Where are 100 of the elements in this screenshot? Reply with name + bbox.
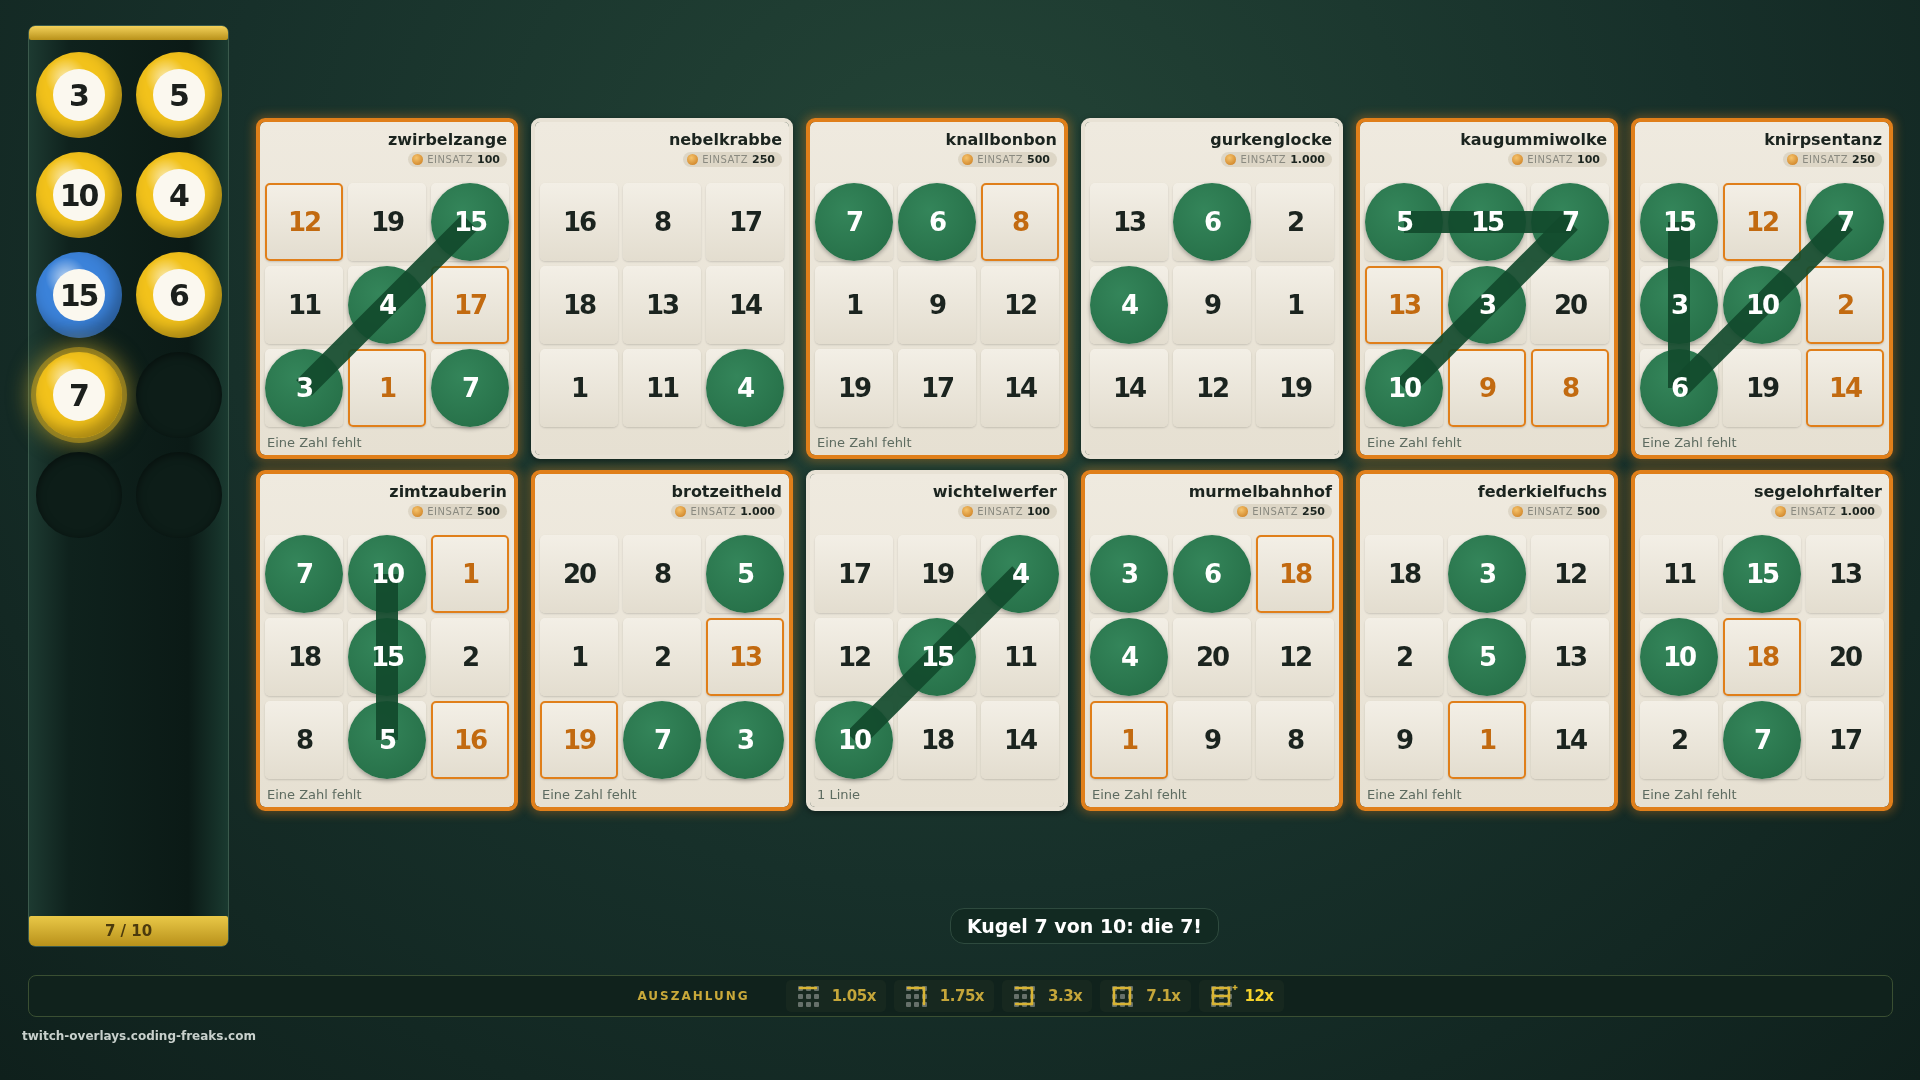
payout-label: AUSZAHLUNG bbox=[637, 989, 750, 1003]
marked-number: 6 bbox=[1173, 535, 1251, 613]
player-name: murmelbahnhof bbox=[1188, 481, 1332, 501]
coin-icon bbox=[962, 154, 974, 165]
multiplier: 12x bbox=[1244, 987, 1274, 1005]
bingo-cell: 9 bbox=[1173, 266, 1251, 344]
bingo-cell: 16 bbox=[540, 183, 618, 261]
player-name: zwirbelzange bbox=[387, 129, 507, 149]
card-status: 1 Linie bbox=[817, 787, 861, 802]
pattern-icon bbox=[1208, 984, 1239, 1008]
card-status: Eine Zahl fehlt bbox=[542, 787, 637, 802]
bingo-cell: 8 bbox=[623, 535, 701, 613]
bingo-cell: 9 bbox=[1365, 701, 1443, 779]
bingo-ball: 5 bbox=[135, 52, 222, 138]
bingo-cell: 12 bbox=[1256, 618, 1334, 696]
bingo-cell: 13 bbox=[1090, 183, 1168, 261]
bingo-cell: 9 bbox=[1448, 349, 1526, 427]
ball-counter: 7 / 10 bbox=[29, 916, 228, 946]
stake-label: EINSATZ bbox=[1802, 154, 1849, 165]
stake-value: 250 bbox=[752, 153, 775, 166]
player-name: zimtzauberin bbox=[389, 481, 507, 501]
bingo-cell: 14 bbox=[1806, 349, 1884, 427]
bingo-cell: 2 bbox=[1806, 266, 1884, 344]
player-name: nebelkrabbe bbox=[668, 129, 782, 149]
bingo-cell: 13 bbox=[1365, 266, 1443, 344]
stake-value: 100 bbox=[477, 153, 500, 166]
coin-icon bbox=[412, 154, 424, 165]
stake-value: 100 bbox=[1027, 505, 1050, 518]
marked-number: 7 bbox=[1723, 701, 1801, 779]
marked-number: 3 bbox=[1448, 535, 1526, 613]
card-status: Eine Zahl fehlt bbox=[817, 435, 912, 450]
stake-value: 500 bbox=[477, 505, 500, 518]
bingo-ball: 3 bbox=[35, 52, 122, 138]
bingo-cell: 2 bbox=[623, 618, 701, 696]
player-name: gurkenglocke bbox=[1210, 129, 1332, 149]
marked-number: 3 bbox=[706, 701, 784, 779]
stake-label: EINSATZ bbox=[690, 506, 737, 517]
stake-value: 100 bbox=[1577, 153, 1600, 166]
stake-value: 500 bbox=[1027, 153, 1050, 166]
marked-number: 15 bbox=[1723, 535, 1801, 613]
stake-label: EINSATZ bbox=[702, 154, 749, 165]
bingo-cell: 18 bbox=[540, 266, 618, 344]
bingo-cell: 13 bbox=[706, 618, 784, 696]
marked-number: 10 bbox=[1640, 618, 1718, 696]
bingo-cell: 18 bbox=[1365, 535, 1443, 613]
coin-icon bbox=[1512, 154, 1524, 165]
card-status: Eine Zahl fehlt bbox=[267, 435, 362, 450]
bingo-cell: 13 bbox=[623, 266, 701, 344]
multiplier: 1.05x bbox=[831, 987, 876, 1005]
stake-label: EINSATZ bbox=[1252, 506, 1299, 517]
stake-value: 250 bbox=[1852, 153, 1875, 166]
stake-label: EINSATZ bbox=[1790, 506, 1837, 517]
marked-number: 5 bbox=[1448, 618, 1526, 696]
bingo-cell: 18 bbox=[1723, 618, 1801, 696]
bingo-cell: 14 bbox=[1090, 349, 1168, 427]
bingo-ball: 4 bbox=[135, 152, 222, 238]
marked-number: 7 bbox=[431, 349, 509, 427]
bingo-cell: 13 bbox=[1531, 618, 1609, 696]
bingo-cell: 17 bbox=[815, 535, 893, 613]
coin-icon bbox=[1512, 506, 1524, 517]
card-status: Eine Zahl fehlt bbox=[1367, 435, 1462, 450]
card-status: Eine Zahl fehlt bbox=[267, 787, 362, 802]
bingo-cell: 8 bbox=[623, 183, 701, 261]
bingo-cell: 19 bbox=[1256, 349, 1334, 427]
stake-label: EINSATZ bbox=[1527, 154, 1574, 165]
bingo-cell: 20 bbox=[1531, 266, 1609, 344]
player-name: wichtelwerfer bbox=[932, 481, 1057, 501]
card-status: Eine Zahl fehlt bbox=[1367, 787, 1462, 802]
coin-icon bbox=[687, 154, 699, 165]
bingo-cell: 14 bbox=[1531, 701, 1609, 779]
card-status: Eine Zahl fehlt bbox=[1642, 435, 1737, 450]
bingo-cell: 9 bbox=[898, 266, 976, 344]
stake-label: EINSATZ bbox=[1240, 154, 1287, 165]
bingo-cell: 18 bbox=[1256, 535, 1334, 613]
bingo-cell: 2 bbox=[1365, 618, 1443, 696]
bingo-cell: 19 bbox=[898, 535, 976, 613]
bingo-cell: 12 bbox=[1723, 183, 1801, 261]
bingo-cell: 12 bbox=[1531, 535, 1609, 613]
stake-value: 1.000 bbox=[1840, 505, 1875, 518]
coin-icon bbox=[1225, 154, 1237, 165]
bingo-ball: 15 bbox=[35, 252, 122, 338]
bingo-cell: 18 bbox=[265, 618, 343, 696]
player-name: knirpsentanz bbox=[1764, 129, 1882, 149]
bingo-cell: 1 bbox=[348, 349, 426, 427]
multiplier: 3.3x bbox=[1048, 987, 1083, 1005]
bingo-cell: 8 bbox=[1256, 701, 1334, 779]
bingo-cell: 2 bbox=[431, 618, 509, 696]
player-name: brotzeitheld bbox=[671, 481, 782, 501]
stake-label: EINSATZ bbox=[427, 506, 474, 517]
bingo-cell: 17 bbox=[1806, 701, 1884, 779]
stake-value: 1.000 bbox=[1290, 153, 1325, 166]
coin-icon bbox=[1787, 154, 1799, 165]
bingo-cell: 8 bbox=[1531, 349, 1609, 427]
bingo-cell: 1 bbox=[1448, 701, 1526, 779]
stake-label: EINSATZ bbox=[977, 506, 1024, 517]
player-name: kaugummiwolke bbox=[1460, 129, 1607, 149]
bingo-ball: 6 bbox=[135, 252, 222, 338]
marked-number: 7 bbox=[265, 535, 343, 613]
marked-number: 6 bbox=[1173, 183, 1251, 261]
marked-number: 7 bbox=[623, 701, 701, 779]
